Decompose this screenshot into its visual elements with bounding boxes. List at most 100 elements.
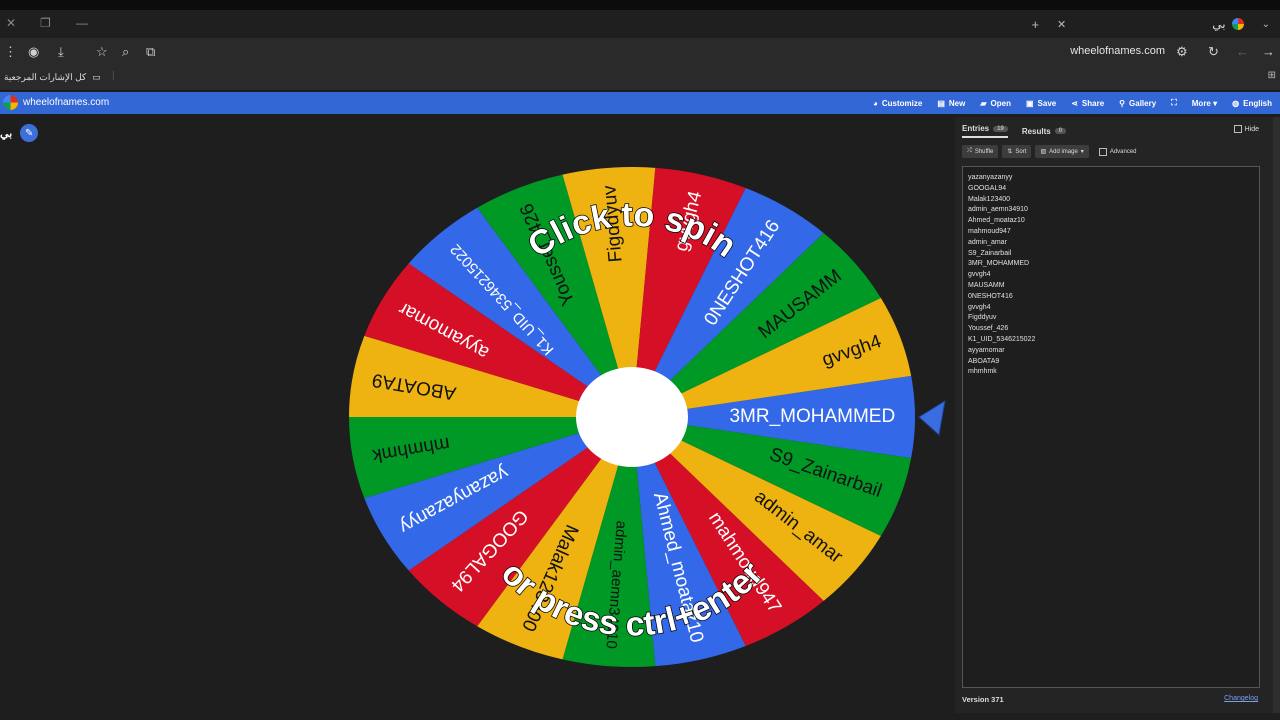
menu-label: Gallery xyxy=(1129,98,1157,108)
entry-line: ABOATA9 xyxy=(968,357,1000,365)
add-image-button[interactable]: ▨ Add image ▾ xyxy=(1035,145,1089,158)
globe-icon: ◍ xyxy=(1232,98,1240,108)
bookmark-star-icon[interactable]: ☆ xyxy=(96,44,108,60)
wheel-center[interactable] xyxy=(576,367,688,467)
tab-search-icon[interactable]: ⌄ xyxy=(1262,19,1270,30)
menu-item-save[interactable]: ▣ Save xyxy=(1026,99,1056,108)
divider: | xyxy=(112,70,115,81)
entry-line: 3MR_MOHAMMED xyxy=(968,260,1030,268)
back-icon[interactable]: → xyxy=(1262,44,1275,59)
menu-item-customize[interactable]: ◕ Customize xyxy=(873,99,922,108)
close-window-icon[interactable]: ✕ xyxy=(6,16,16,30)
download-icon[interactable]: ⤓ xyxy=(58,44,64,60)
tab-results-label: Results xyxy=(1021,126,1051,136)
menu-item-more[interactable]: More ▾ xyxy=(1192,99,1217,108)
profile-avatar-icon[interactable]: ◉ xyxy=(28,44,39,60)
zoom-icon[interactable]: ⌕ xyxy=(122,44,129,60)
browser-toolbar: ⋮ ◉ ⤓ ☆ ⌕ ⧉ wheelofnames.com ⚙ ↻ ← → xyxy=(0,38,1280,66)
shuffle-button[interactable]: ⤮ Shuffle xyxy=(962,145,999,158)
hide-checkbox[interactable]: Hide xyxy=(1233,125,1259,133)
entry-line: mahmoud947 xyxy=(968,227,1011,235)
entry-line: admin_amar xyxy=(968,238,1007,246)
tab-results[interactable]: Results 0 xyxy=(1021,124,1067,138)
entry-line: Youssef_426 xyxy=(968,325,1009,333)
file-icon: ▤ xyxy=(937,98,945,108)
entry-line: admin_aemn34910 xyxy=(968,206,1028,214)
entry-line: 0NESHOT416 xyxy=(968,292,1013,300)
menu-label: New xyxy=(948,98,966,108)
menu-item-open[interactable]: ▰ Open xyxy=(980,99,1011,108)
brand-name: wheelofnames.com xyxy=(23,97,110,108)
wheel-title: بي xyxy=(0,127,13,140)
forward-icon[interactable]: ← xyxy=(1236,44,1249,59)
all-bookmarks[interactable]: ▭ كل الإشارات المرجعية xyxy=(4,72,101,83)
menu-label: Customize xyxy=(881,98,923,108)
menu-item-english[interactable]: ◍ English xyxy=(1232,99,1272,108)
menu-item-gallery[interactable]: ⚲ Gallery xyxy=(1119,99,1156,108)
palette-icon: ◕ xyxy=(873,98,878,108)
menu-label: Save xyxy=(1037,98,1057,108)
favicon-icon xyxy=(1231,18,1244,30)
shuffle-label: Shuffle xyxy=(974,148,994,155)
entries-textarea[interactable]: yazanyazanyy GOOGAL94 Malak123400 admin_aem… xyxy=(962,166,1260,688)
sort-button[interactable]: ⇅ Sort xyxy=(1002,145,1032,158)
apps-grid-icon[interactable]: ⊞ xyxy=(1268,70,1276,81)
entry-line: K1_UID_5346215022 xyxy=(968,335,1036,343)
wheel-segment-label: 3MR_MOHAMMED xyxy=(729,406,895,427)
checkbox-icon xyxy=(1098,147,1107,156)
search-icon: ⚲ xyxy=(1119,98,1126,108)
wheel-area[interactable]: 3MR_MOHAMMED S9_Zainarbail admin_amar mahmo… xyxy=(340,160,950,680)
menu-label: Share xyxy=(1081,98,1105,108)
advanced-checkbox[interactable]: Advanced xyxy=(1098,147,1137,156)
add-image-label: Add image xyxy=(1049,148,1078,155)
menu-item-share[interactable]: ⋖ Share xyxy=(1071,99,1104,108)
site-settings-icon[interactable]: ⚙ xyxy=(1176,44,1188,60)
changelog-link[interactable]: Changelog xyxy=(1224,695,1258,702)
address-bar[interactable]: wheelofnames.com xyxy=(1070,45,1165,57)
browser-tab-bar: ✕ ❐ — + ✕ بي ⌄ xyxy=(0,10,1280,38)
advanced-label: Advanced xyxy=(1109,148,1137,155)
install-app-icon[interactable]: ⧉ xyxy=(146,44,155,60)
page-scrollbar[interactable] xyxy=(1273,117,1280,713)
entry-line: Ahmed_moataz10 xyxy=(968,217,1025,225)
entries-count-badge: 19 xyxy=(993,125,1008,132)
menu-label: More ▾ xyxy=(1191,98,1218,108)
hide-label: Hide xyxy=(1244,125,1259,133)
menu-item-new[interactable]: ▤ New xyxy=(937,99,965,108)
entry-line: ayyamomar xyxy=(968,346,1005,354)
fullscreen-icon: ⛶ xyxy=(1171,98,1177,107)
wheel-title-row: بي ✎ xyxy=(0,124,39,142)
checkbox-icon xyxy=(1233,125,1242,133)
entry-line: MAUSAMM xyxy=(968,281,1005,289)
wheel[interactable]: 3MR_MOHAMMEDS9_Zainarbailadmin_amarmahmo… xyxy=(340,160,950,680)
folder-icon: ▭ xyxy=(92,72,101,82)
entry-line: Figddyuv xyxy=(968,314,997,322)
save-icon: ▣ xyxy=(1025,98,1034,108)
menu-dots-icon[interactable]: ⋮ xyxy=(4,44,17,60)
all-bookmarks-label: كل الإشارات المرجعية xyxy=(4,72,87,82)
tab-entries[interactable]: Entries 19 xyxy=(962,124,1008,138)
minimize-window-icon[interactable]: — xyxy=(76,16,88,30)
wheel-pointer-icon xyxy=(918,399,946,436)
menu-label: English xyxy=(1243,98,1272,108)
entry-line: mhmhmk xyxy=(968,368,997,376)
entry-line: gvvgh4 xyxy=(968,303,991,311)
new-tab-icon[interactable]: + xyxy=(1031,17,1039,32)
edit-title-button[interactable]: ✎ xyxy=(20,124,39,142)
sort-label: Sort xyxy=(1015,148,1027,155)
restore-window-icon[interactable]: ❐ xyxy=(40,16,51,30)
active-tab[interactable]: بي xyxy=(1212,17,1244,31)
results-count-badge: 0 xyxy=(1054,128,1067,134)
window-top-strip xyxy=(0,0,1280,10)
entry-line: gvvgh4 xyxy=(968,271,991,279)
app-header: wheelofnames.com ◕ Customize ▤ New ▰ Open ▣ Sav… xyxy=(0,92,1280,114)
entry-line: GOOGAL94 xyxy=(968,184,1007,192)
menu-item-fullscreen[interactable]: ⛶ xyxy=(1171,98,1177,108)
entry-line: S9_Zainarbail xyxy=(968,249,1012,257)
version-label: Version 371 xyxy=(962,695,1004,704)
brand[interactable]: wheelofnames.com xyxy=(3,95,109,110)
reload-icon[interactable]: ↻ xyxy=(1208,44,1219,60)
close-tab-icon[interactable]: ✕ xyxy=(1057,18,1066,31)
entries-list: yazanyazanyy GOOGAL94 Malak123400 admin_aem… xyxy=(968,173,1035,378)
tab-title: بي xyxy=(1212,17,1226,31)
